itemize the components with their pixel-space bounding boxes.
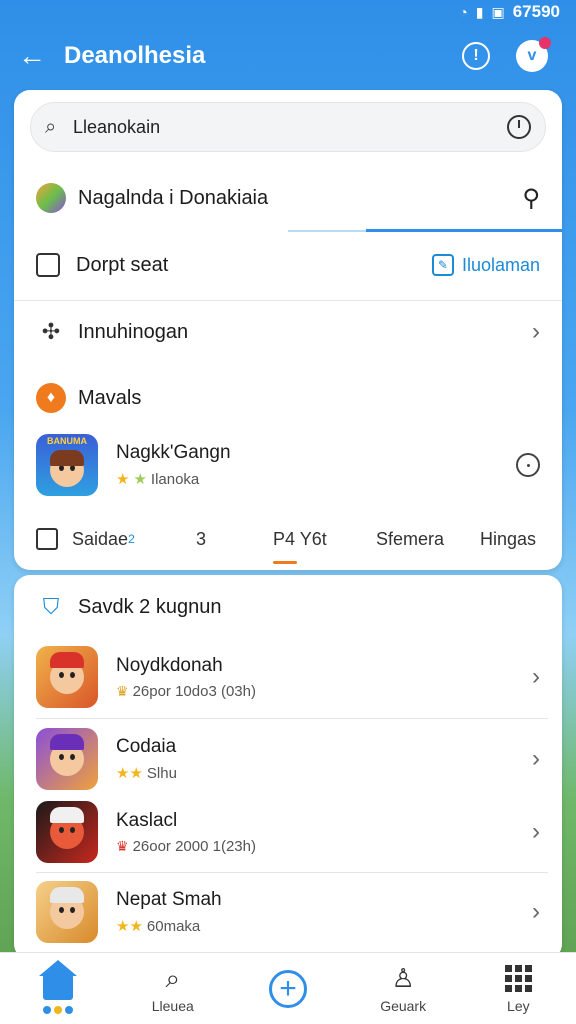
battery-icon: ▣ — [491, 3, 505, 20]
divider — [14, 300, 562, 301]
list-item[interactable]: Codaia ★★ Slhu › — [14, 727, 562, 791]
chevron-right-icon: › — [532, 818, 540, 845]
filter-sup: 2 — [128, 532, 135, 546]
game-thumbnail — [36, 801, 98, 863]
doc-link-label: Iluolaman — [461, 254, 540, 275]
game-title: Kaslacl — [116, 809, 178, 831]
star-icon: ★★ — [116, 918, 143, 935]
doc-label: Dorpt seat — [76, 253, 169, 276]
alert-icon[interactable]: ! — [462, 42, 490, 70]
active-indicator — [273, 560, 297, 564]
tab-underline-active — [366, 229, 562, 232]
grid-icon — [504, 965, 532, 992]
star-icon: ★★ — [116, 765, 143, 782]
game-sub: Ilanoka — [150, 470, 200, 488]
game-sub: 60maka — [146, 917, 201, 935]
game-title: Noydkdonah — [116, 654, 223, 676]
page-title: Deanolhesia — [64, 42, 206, 69]
home-dots — [42, 1005, 73, 1014]
search-input[interactable] — [73, 116, 507, 138]
hub-label: Innuhinogan — [78, 320, 189, 343]
nav-menu[interactable]: Ley — [468, 964, 568, 1014]
featured-row[interactable]: Nagalnda i Donakiaia ⚲ — [14, 178, 562, 218]
list-item[interactable]: Nepat Smah ★★ 60maka › — [14, 880, 562, 944]
nav-label: Lleuea — [151, 997, 194, 1014]
history-icon[interactable] — [507, 115, 531, 139]
bottom-nav: ⌕ Lleuea + ♙ Geuark Ley — [0, 952, 576, 1024]
list-item[interactable]: Noydkdonah ♛ 26por 10do3 (03h) › — [14, 645, 562, 709]
featured-label: Nagalnda i Donakiaia — [78, 186, 269, 209]
divider — [36, 872, 548, 873]
nav-home[interactable] — [8, 959, 108, 1014]
game-thumbnail: BANUMA — [36, 434, 98, 496]
game-title: Nagkk'Gangn — [116, 442, 231, 463]
chevron-right-icon: › — [532, 663, 540, 690]
profile-icon[interactable]: v — [516, 37, 551, 72]
puzzle-icon: ✣ — [41, 319, 61, 344]
flame-icon: ♦ — [36, 383, 66, 413]
status-bar: ◔ ▮ ▣ 67590 — [0, 0, 576, 24]
person-icon: ♙ — [391, 963, 415, 993]
profile-search-icon[interactable]: ⚲ — [522, 184, 540, 213]
search-bar[interactable]: ⌕ — [30, 102, 546, 152]
app-bar: ← Deanolhesia ! v — [0, 28, 576, 84]
coin-icon: ♛ — [116, 682, 129, 699]
game-thumbnail — [36, 728, 98, 790]
info-icon[interactable] — [516, 453, 540, 477]
nav-add[interactable]: + — [238, 969, 338, 1008]
divider — [36, 718, 548, 719]
wifi-icon: ◔ — [459, 4, 468, 20]
section-row: ♦ Mavals — [14, 378, 562, 418]
section-label: Mavals — [78, 386, 142, 409]
bag-icon: ⛉ — [42, 594, 60, 619]
status-time: 67590 — [512, 2, 560, 21]
filter-active[interactable]: P4 Y6t — [273, 528, 327, 564]
nav-search[interactable]: ⌕ Lleuea — [123, 962, 223, 1014]
edit-icon: ✎ — [431, 254, 454, 276]
search-icon: ⌕ — [45, 115, 57, 138]
coin-icon: ♛ — [116, 837, 129, 854]
filter-bar: Saidae 2 3 P4 Y6t Sfemera Hingas — [14, 518, 562, 564]
doc-row[interactable]: Dorpt seat ✎ Iluolaman — [14, 245, 562, 285]
game-sub: 26por 10do3 (03h) — [132, 682, 256, 700]
list-item[interactable]: Kaslacl ♛ 26oor 2000 1(23h) › — [14, 800, 562, 864]
filter-first[interactable]: Saidae — [72, 529, 128, 550]
hub-row[interactable]: ✣ Innuhinogan › — [14, 312, 562, 352]
game-thumbnail — [36, 881, 98, 943]
nav-profile[interactable]: ♙ Geuark — [353, 963, 453, 1014]
filter-active-label: P4 Y6t — [273, 528, 327, 549]
game-globe-icon — [36, 183, 66, 213]
edit-doc-icon — [36, 253, 60, 277]
game-sub: Slhu — [146, 764, 177, 782]
game-title: Codaia — [116, 736, 177, 757]
game-thumbnail — [36, 646, 98, 708]
main-card: ⌕ Nagalnda i Donakiaia ⚲ Dorpt seat ✎ Il… — [14, 90, 562, 570]
filter-fourth[interactable]: Hingas — [480, 529, 536, 550]
notification-dot — [539, 37, 551, 49]
add-icon: + — [268, 969, 307, 1008]
star-icon: ★ — [116, 471, 130, 488]
thumb-text: BANUMA — [47, 436, 87, 446]
signal-icon: ▮ — [475, 3, 484, 20]
doc-link[interactable]: ✎ Iluolaman — [431, 254, 540, 276]
chevron-right-icon: › — [532, 318, 540, 345]
star-icon: ★ — [133, 471, 147, 488]
search-icon: ⌕ — [165, 962, 181, 993]
chevron-right-icon: › — [532, 745, 540, 772]
select-all-checkbox[interactable] — [36, 528, 58, 550]
featured-game[interactable]: BANUMA Nagkk'Gangn ★ ★ Ilanoka — [14, 430, 562, 500]
game-sub: 26oor 2000 1(23h) — [132, 837, 256, 855]
filter-count[interactable]: 3 — [196, 529, 206, 550]
list-section-header: ⛉ Savdk 2 kugnun — [14, 589, 562, 625]
filter-third[interactable]: Sfemera — [376, 529, 444, 550]
game-title: Nepat Smah — [116, 889, 222, 910]
list-section-title: Savdk 2 kugnun — [78, 595, 222, 618]
nav-label: Ley — [507, 997, 530, 1014]
chevron-right-icon: › — [532, 898, 540, 925]
game-list-card: ⛉ Savdk 2 kugnun Noydkdonah ♛ 26por 10do3… — [14, 575, 562, 960]
home-icon — [38, 959, 77, 1000]
nav-label: Geuark — [380, 997, 427, 1014]
